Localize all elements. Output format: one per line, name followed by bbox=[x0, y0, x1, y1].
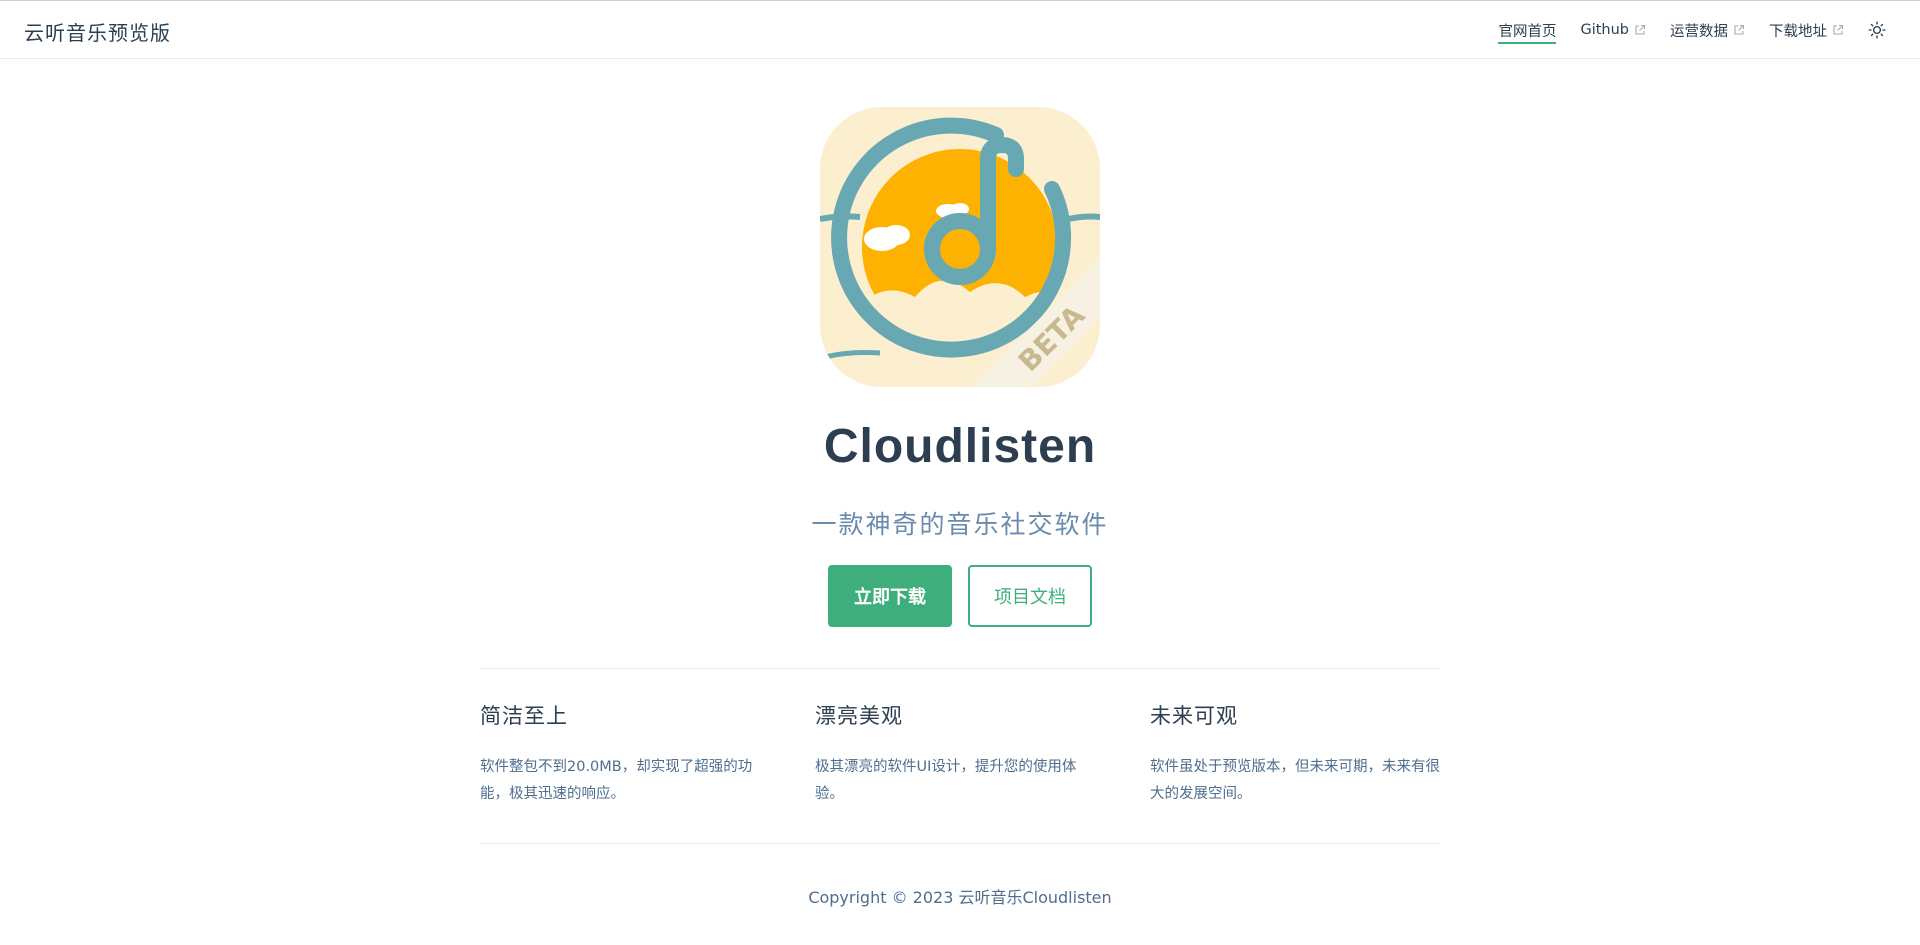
app-logo-image: BETA bbox=[820, 107, 1100, 387]
external-link-icon bbox=[1635, 24, 1646, 35]
nav-link-download-label: 下载地址 bbox=[1769, 23, 1827, 40]
divider bbox=[480, 668, 1440, 669]
feature-card: 漂亮美观 极其漂亮的软件UI设计，提升您的使用体验。 bbox=[815, 700, 1105, 808]
nav-link-github[interactable]: Github bbox=[1580, 1, 1646, 59]
docs-button[interactable]: 项目文档 bbox=[968, 565, 1092, 627]
nav-link-download[interactable]: 下载地址 bbox=[1769, 1, 1844, 59]
nav-link-stats[interactable]: 运营数据 bbox=[1670, 1, 1745, 59]
feature-title: 未来可观 bbox=[1150, 704, 1238, 728]
feature-title: 漂亮美观 bbox=[815, 704, 903, 728]
external-link-icon bbox=[1833, 24, 1844, 35]
hero-tagline: 一款神奇的音乐社交软件 bbox=[811, 510, 1109, 539]
divider bbox=[480, 843, 1440, 844]
external-link-icon bbox=[1734, 24, 1745, 35]
site-brand[interactable]: 云听音乐预览版 bbox=[24, 17, 171, 46]
nav-link-github-label: Github bbox=[1580, 22, 1629, 38]
nav-link-home-label: 官网首页 bbox=[1498, 23, 1557, 40]
sun-icon bbox=[1868, 21, 1886, 39]
download-button[interactable]: 立即下载 bbox=[828, 565, 952, 627]
theme-toggle-button[interactable] bbox=[1868, 20, 1888, 40]
footer-copyright: Copyright © 2023 云听音乐Cloudlisten bbox=[808, 888, 1112, 907]
nav-links: 官网首页 Github 运营数据 下载地址 bbox=[1474, 1, 1888, 59]
nav-link-stats-label: 运营数据 bbox=[1670, 23, 1728, 40]
feature-details: 软件虽处于预览版本，但未来可期，未来有很大的发展空间。 bbox=[1150, 759, 1440, 802]
features-section: 简洁至上 软件整包不到20.0MB，却实现了超强的功能，极其迅速的响应。 漂亮美… bbox=[480, 700, 1440, 808]
feature-details: 极其漂亮的软件UI设计，提升您的使用体验。 bbox=[815, 759, 1077, 802]
feature-details: 软件整包不到20.0MB，却实现了超强的功能，极其迅速的响应。 bbox=[480, 759, 753, 802]
feature-card: 未来可观 软件虽处于预览版本，但未来可期，未来有很大的发展空间。 bbox=[1150, 700, 1440, 808]
feature-title: 简洁至上 bbox=[480, 704, 568, 728]
feature-card: 简洁至上 软件整包不到20.0MB，却实现了超强的功能，极其迅速的响应。 bbox=[480, 700, 770, 808]
nav-link-home[interactable]: 官网首页 bbox=[1498, 1, 1557, 59]
navbar: 云听音乐预览版 官网首页 Github 运营数据 下载地址 bbox=[0, 0, 1920, 59]
app-logo: BETA bbox=[820, 107, 1100, 387]
hero-title: Cloudlisten bbox=[823, 420, 1097, 473]
